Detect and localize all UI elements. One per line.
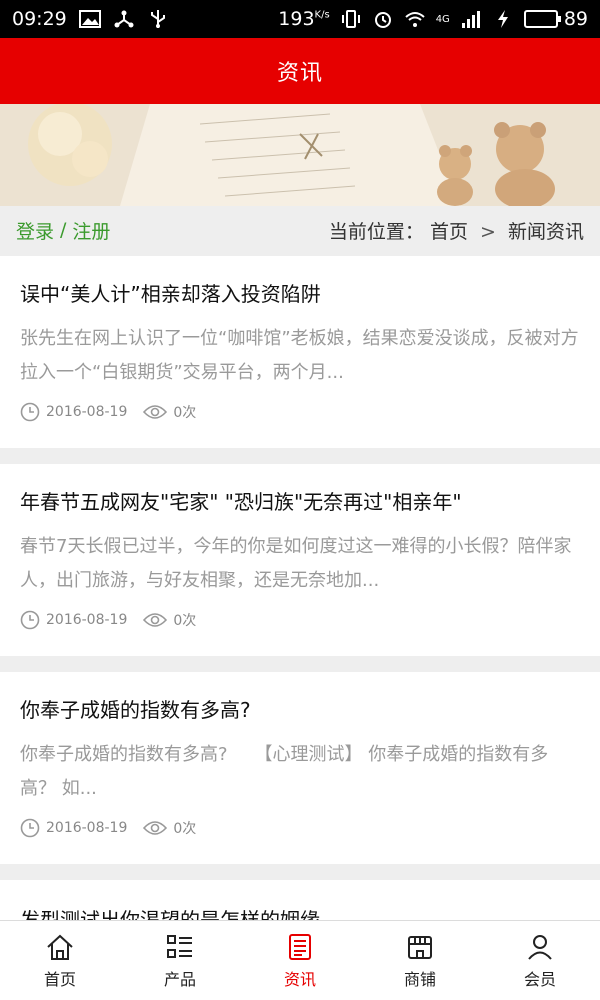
tab-products[interactable]: 产品 bbox=[120, 921, 240, 1000]
signal-icon bbox=[461, 11, 480, 28]
eye-icon bbox=[143, 405, 168, 419]
article-summary: 春节7天长假已过半，今年的你是如何度过这一难得的小长假？陪伴家人，出门旅游，与好… bbox=[20, 536, 572, 591]
header: 资讯 bbox=[0, 38, 600, 104]
battery-icon bbox=[523, 10, 561, 28]
status-bar: 09:29 193K/s 4G 89 bbox=[0, 0, 600, 38]
article-date: 2016-08-19 bbox=[46, 820, 128, 836]
tab-label: 首页 bbox=[43, 969, 76, 989]
clock-icon bbox=[20, 402, 40, 422]
article-summary: 你奉子成婚的指数有多高? 【心理测试】 你奉子成婚的指数有多高？ 如... bbox=[20, 744, 549, 799]
banner-image bbox=[0, 104, 600, 206]
location-label: 当前位置： bbox=[328, 220, 424, 243]
article-card[interactable]: 误中“美人计”相亲却落入投资陷阱 张先生在网上认识了一位“咖啡馆”老板娘，结果恋… bbox=[0, 256, 600, 448]
clock-icon bbox=[20, 610, 40, 630]
breadcrumb-current: 新闻资讯 bbox=[507, 220, 584, 243]
article-meta: 2016-08-19 0次 bbox=[20, 402, 196, 422]
article-views: 0次 bbox=[173, 821, 197, 837]
charging-icon bbox=[497, 10, 508, 28]
tab-label: 会员 bbox=[523, 969, 556, 989]
article-title[interactable]: 年春节五成网友"宅家" "恐归族"无奈再过"相亲年" bbox=[20, 486, 462, 515]
separator: / bbox=[60, 219, 67, 241]
breadcrumb: 当前位置： 首页 > 新闻资讯 bbox=[329, 217, 584, 244]
tab-news[interactable]: 资讯 bbox=[240, 921, 360, 1000]
article-title[interactable]: 你奉子成婚的指数有多高? bbox=[20, 694, 251, 723]
battery-level: 89 bbox=[563, 8, 588, 30]
clock: 09:29 bbox=[12, 8, 67, 30]
article-card[interactable]: 年春节五成网友"宅家" "恐归族"无奈再过"相亲年" 春节7天长假已过半，今年的… bbox=[0, 464, 600, 656]
article-meta: 2016-08-19 0次 bbox=[20, 818, 196, 838]
article-date: 2016-08-19 bbox=[46, 612, 128, 628]
location-bar: 登录 / 注册 当前位置： 首页 > 新闻资讯 bbox=[0, 206, 600, 254]
article-summary: 张先生在网上认识了一位“咖啡馆”老板娘，结果恋爱没谈成，反被对方拉入一个“白银期… bbox=[20, 328, 579, 383]
clock-icon bbox=[20, 818, 40, 838]
article-date: 2016-08-19 bbox=[46, 404, 128, 420]
page-title: 资讯 bbox=[276, 61, 323, 86]
article-views: 0次 bbox=[173, 405, 197, 421]
article-meta: 2016-08-19 0次 bbox=[20, 610, 196, 630]
usb-icon bbox=[150, 10, 165, 28]
tab-label: 商铺 bbox=[403, 969, 436, 989]
breadcrumb-home[interactable]: 首页 bbox=[430, 221, 468, 243]
tab-shops[interactable]: 商铺 bbox=[360, 921, 480, 1000]
tab-label: 产品 bbox=[163, 969, 196, 989]
wifi-icon bbox=[405, 12, 425, 27]
login-link[interactable]: 登录 bbox=[16, 217, 54, 244]
network-type: 4G bbox=[435, 13, 450, 25]
tab-member[interactable]: 会员 bbox=[480, 921, 600, 1000]
home-icon bbox=[47, 934, 73, 960]
bottom-tab-bar: 首页 产品 资讯 商铺 会员 bbox=[0, 920, 600, 1000]
article-title[interactable]: 误中“美人计”相亲却落入投资陷阱 bbox=[20, 278, 321, 307]
register-link[interactable]: 注册 bbox=[72, 217, 110, 244]
article-views: 0次 bbox=[173, 613, 197, 629]
tab-label: 资讯 bbox=[283, 969, 316, 989]
alarm-icon bbox=[374, 12, 391, 28]
net-speed: 193K/s bbox=[278, 8, 330, 30]
user-icon bbox=[528, 934, 552, 960]
battery: 89 bbox=[523, 8, 588, 30]
eye-icon bbox=[143, 821, 168, 835]
article-card[interactable]: 你奉子成婚的指数有多高? 你奉子成婚的指数有多高? 【心理测试】 你奉子成婚的指… bbox=[0, 672, 600, 864]
vibrate-icon bbox=[341, 10, 360, 28]
breadcrumb-separator: > bbox=[480, 220, 496, 243]
eye-icon bbox=[143, 613, 168, 627]
tab-home[interactable]: 首页 bbox=[0, 921, 120, 1000]
list-icon bbox=[167, 934, 192, 958]
image-icon bbox=[78, 10, 101, 28]
usb-share-icon bbox=[114, 10, 134, 28]
shop-icon bbox=[408, 935, 432, 959]
news-icon bbox=[289, 933, 311, 960]
